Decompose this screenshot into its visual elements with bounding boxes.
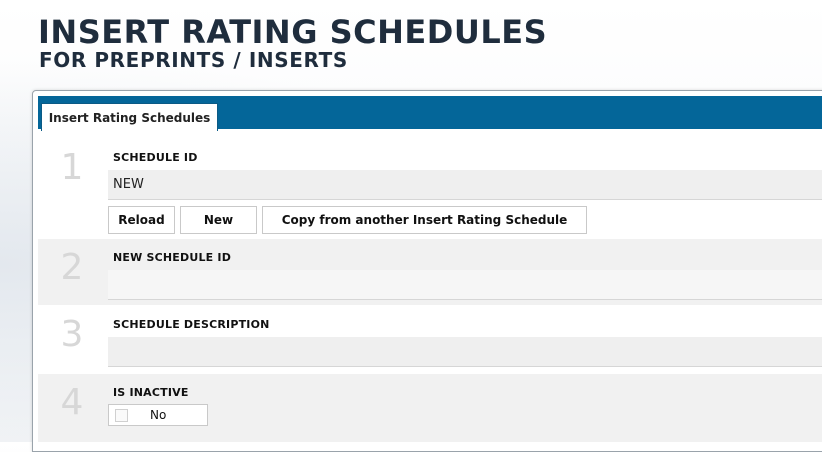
reload-button[interactable]: Reload (108, 206, 175, 234)
checkbox-icon[interactable] (115, 409, 128, 422)
new-schedule-id-input[interactable] (108, 270, 822, 300)
new-button[interactable]: New (180, 206, 257, 234)
form-row-schedule-description: 3 SCHEDULE DESCRIPTION (38, 306, 822, 373)
copy-schedule-button[interactable]: Copy from another Insert Rating Schedule (262, 206, 587, 234)
step-number: 4 (60, 382, 84, 423)
is-inactive-label: IS INACTIVE (113, 386, 189, 399)
tab-insert-rating-schedules[interactable]: Insert Rating Schedules (41, 103, 218, 131)
form-panel: Insert Rating Schedules 1 SCHEDULE ID NE… (32, 90, 822, 452)
step-number: 3 (60, 314, 84, 355)
schedule-description-input[interactable] (108, 337, 822, 367)
form-row-schedule-id: 1 SCHEDULE ID NEW Reload New Copy from a… (38, 139, 822, 239)
is-inactive-toggle[interactable]: No (108, 404, 208, 426)
form-row-is-inactive: 4 IS INACTIVE No (38, 374, 822, 442)
is-inactive-value: No (150, 408, 167, 422)
step-number: 1 (60, 147, 84, 188)
page-subtitle: FOR PREPRINTS / INSERTS (39, 48, 348, 72)
form-row-new-schedule-id: 2 NEW SCHEDULE ID (38, 239, 822, 305)
step-number: 2 (60, 247, 84, 288)
schedule-description-label: SCHEDULE DESCRIPTION (113, 318, 270, 331)
schedule-id-label: SCHEDULE ID (113, 151, 198, 164)
tab-bar: Insert Rating Schedules (38, 96, 822, 131)
schedule-id-field[interactable]: NEW (108, 170, 822, 200)
page-title: INSERT RATING SCHEDULES (38, 13, 548, 51)
new-schedule-id-label: NEW SCHEDULE ID (113, 251, 232, 264)
